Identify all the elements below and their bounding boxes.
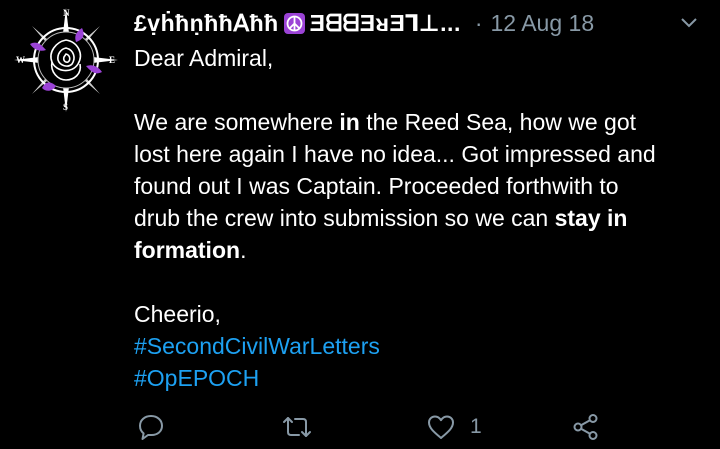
chevron-down-icon[interactable] (678, 12, 700, 34)
tweet-date[interactable]: 12 Aug 18 (491, 8, 595, 38)
retweet-icon (281, 412, 313, 442)
signoff-line: Cheerio, (134, 301, 221, 327)
peace-symbol-icon (283, 12, 305, 34)
body-line-5: formation. (134, 237, 247, 263)
tweet-separator: · (474, 10, 483, 36)
body-line-1: We are somewhere in the Reed Sea, how we… (134, 109, 637, 135)
heart-icon (426, 412, 456, 442)
body-line-3: found out I was Captain. Proceeded forth… (134, 173, 619, 199)
share-icon (571, 412, 601, 442)
svg-text:N: N (63, 8, 70, 18)
share-button[interactable] (571, 410, 601, 444)
body-line-4: drub the crew into submission so we can … (134, 205, 628, 231)
greeting-line: Dear Admiral, (134, 45, 274, 71)
body-line-2: lost here again I have no idea... Got im… (134, 141, 656, 167)
like-button[interactable]: 1 (426, 410, 482, 444)
author-display-name[interactable]: £ṿḣħṇħħ𝖠ħħ (134, 8, 279, 38)
svg-text:S: S (63, 102, 68, 112)
tweet-card[interactable]: N S W E £ṿḣħṇħħ𝖠ħħ ƎᗺᗺƎᴚƎ⅂⊥... · 12 Aug … (0, 0, 720, 449)
tweet-body: Dear Admiral, We are somewhere in the Re… (134, 42, 714, 394)
svg-text:E: E (109, 55, 115, 65)
hashtag-link[interactable]: #OpEPOCH (134, 362, 714, 394)
like-count: 1 (470, 415, 482, 438)
hashtag-link[interactable]: #SecondCivilWarLetters (134, 330, 714, 362)
tweet-header: £ṿḣħṇħħ𝖠ħħ ƎᗺᗺƎᴚƎ⅂⊥... · 12 Aug 18 (134, 8, 704, 38)
tweet-action-bar: 1 (0, 410, 720, 444)
retweet-button[interactable] (281, 410, 313, 444)
svg-text:W: W (16, 55, 25, 65)
author-handle[interactable]: ƎᗺᗺƎᴚƎ⅂⊥... (310, 8, 461, 38)
reply-button[interactable] (136, 410, 166, 444)
reply-icon (136, 412, 166, 442)
compass-rose-avatar[interactable]: N S W E (12, 6, 120, 114)
